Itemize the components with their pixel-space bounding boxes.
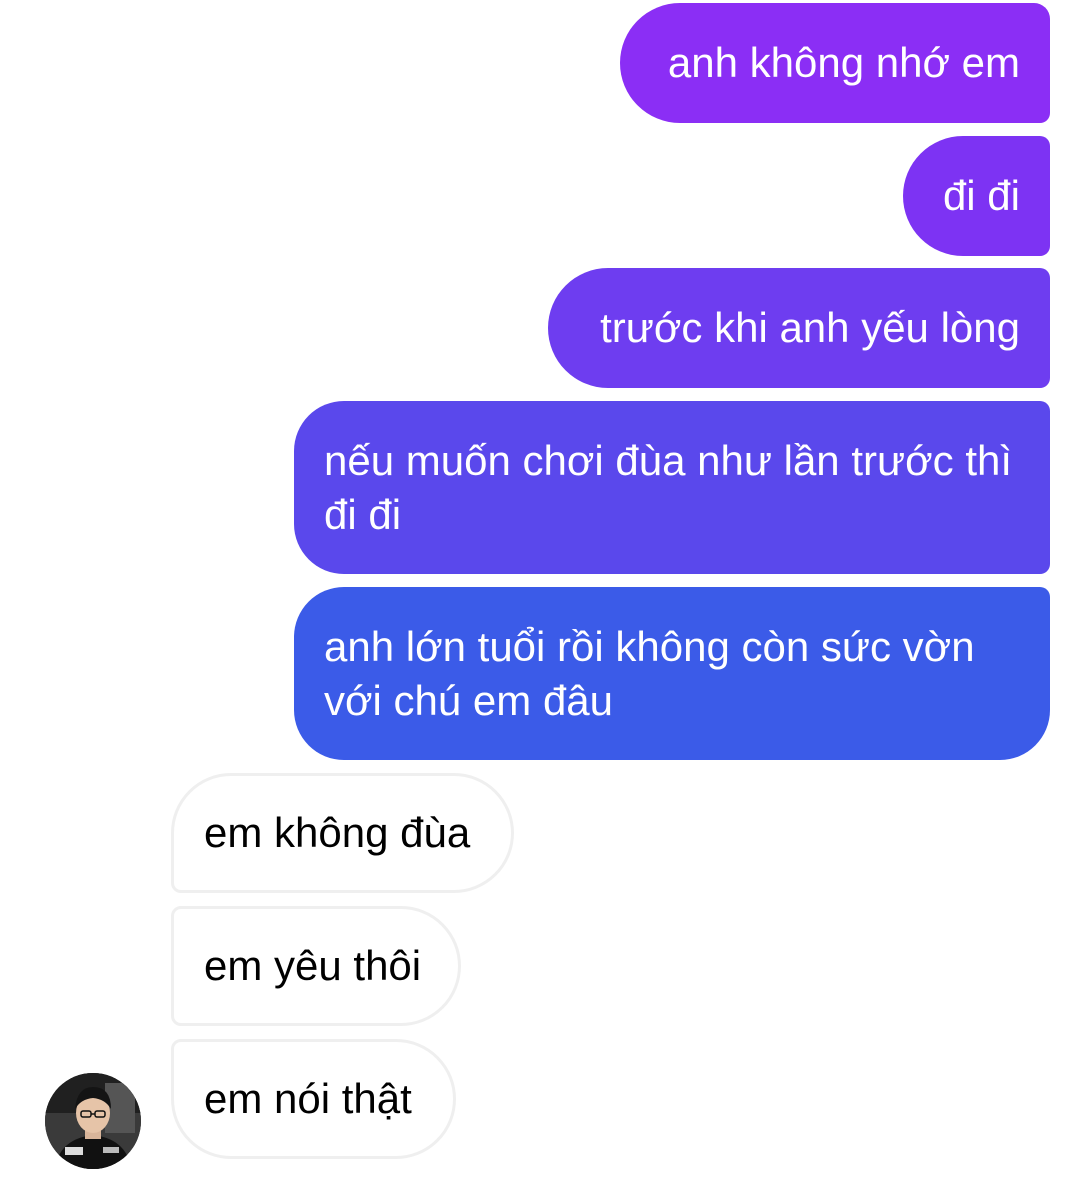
message-text: em nói thật <box>204 1075 412 1122</box>
message-text: trước khi anh yếu lòng <box>600 304 1020 351</box>
message-text: anh không nhớ em <box>667 39 1020 86</box>
sent-message-bubble[interactable]: anh lớn tuổi rồi không còn sức vờn với c… <box>294 587 1050 760</box>
received-message-bubble[interactable]: em không đùa <box>171 773 514 893</box>
contact-avatar[interactable] <box>45 1073 141 1169</box>
sent-message-bubble[interactable]: nếu muốn chơi đùa như lần trước thì đi đ… <box>294 401 1050 574</box>
message-text: nếu muốn chơi đùa như lần trước thì đi đ… <box>324 436 1013 538</box>
sent-message-bubble[interactable]: đi đi <box>903 136 1050 256</box>
received-message-bubble[interactable]: em yêu thôi <box>171 906 461 1026</box>
sent-message-bubble[interactable]: trước khi anh yếu lòng <box>548 268 1050 388</box>
message-text: anh lớn tuổi rồi không còn sức vờn với c… <box>324 622 975 724</box>
message-text: em không đùa <box>204 809 471 856</box>
message-text: đi đi <box>942 172 1020 219</box>
sent-message-bubble[interactable]: anh không nhớ em <box>620 3 1050 123</box>
message-text: em yêu thôi <box>204 942 422 989</box>
avatar-photo-icon <box>45 1073 141 1169</box>
received-message-bubble[interactable]: em nói thật <box>171 1039 456 1159</box>
